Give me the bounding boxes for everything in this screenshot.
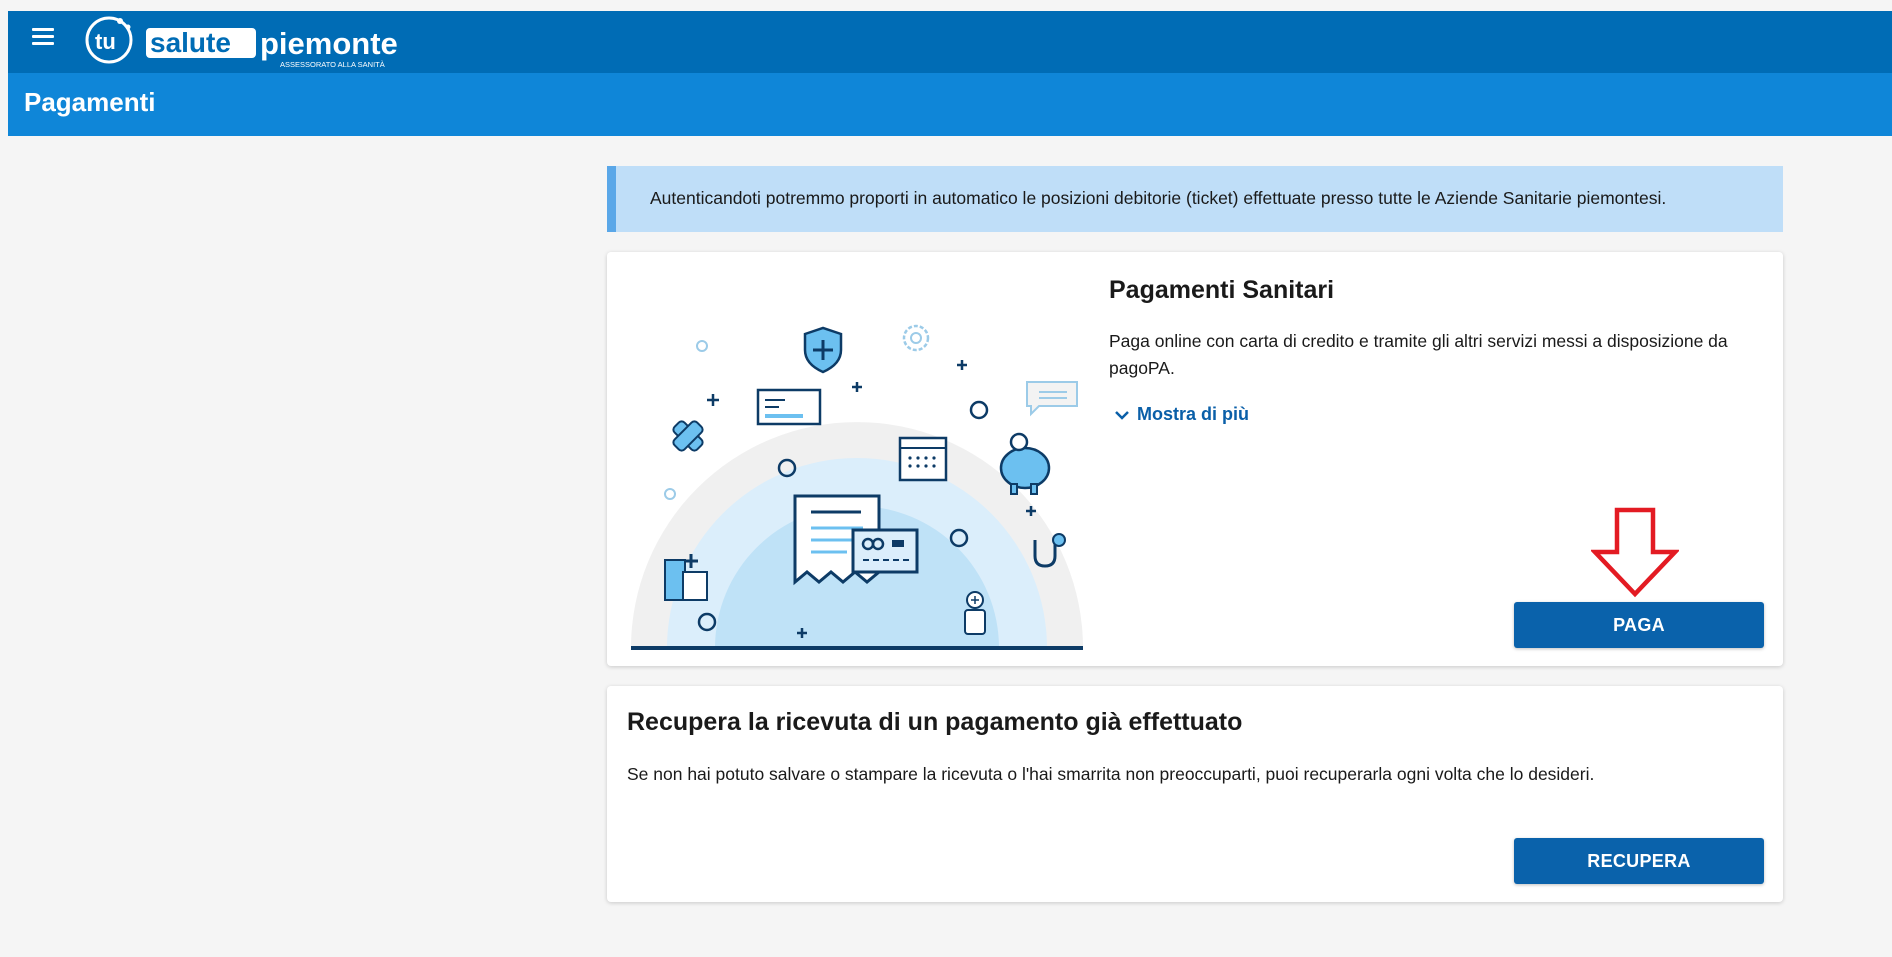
page-title-bar: Pagamenti xyxy=(8,73,1892,136)
red-down-arrow-icon xyxy=(1591,507,1679,598)
info-banner-text: Autenticandoti potremmo proporti in auto… xyxy=(650,188,1667,208)
payments-card-title: Pagamenti Sanitari xyxy=(1109,276,1335,304)
chevron-down-icon xyxy=(1115,410,1129,420)
payments-card: Pagamenti Sanitari Paga online con carta… xyxy=(607,252,1783,666)
receipt-card: Recupera la ricevuta di un pagamento già… xyxy=(607,686,1783,902)
healthcare-payment-illustration xyxy=(631,324,1083,650)
page-title: Pagamenti xyxy=(24,87,156,117)
info-banner: Autenticandoti potremmo proporti in auto… xyxy=(607,166,1783,232)
receipt-card-description: Se non hai potuto salvare o stampare la … xyxy=(627,764,1595,784)
payments-card-description: Paga online con carta di credito e trami… xyxy=(1109,331,1728,378)
show-more-label: Mostra di più xyxy=(1137,404,1249,424)
salute-piemonte-logo[interactable]: tu salute piemonte ASSESSORATO ALLA SANI… xyxy=(84,14,414,70)
pay-button[interactable]: PAGA xyxy=(1514,602,1764,648)
show-more-link[interactable]: Mostra di più xyxy=(1115,404,1249,425)
svg-text:salute: salute xyxy=(150,27,231,58)
recover-button[interactable]: RECUPERA xyxy=(1514,838,1764,884)
hamburger-menu-icon[interactable] xyxy=(28,24,58,50)
svg-text:ASSESSORATO ALLA SANITÀ: ASSESSORATO ALLA SANITÀ xyxy=(280,60,385,69)
svg-text:tu: tu xyxy=(95,29,116,54)
svg-text:piemonte: piemonte xyxy=(260,26,398,61)
receipt-card-title: Recupera la ricevuta di un pagamento già… xyxy=(627,708,1243,736)
